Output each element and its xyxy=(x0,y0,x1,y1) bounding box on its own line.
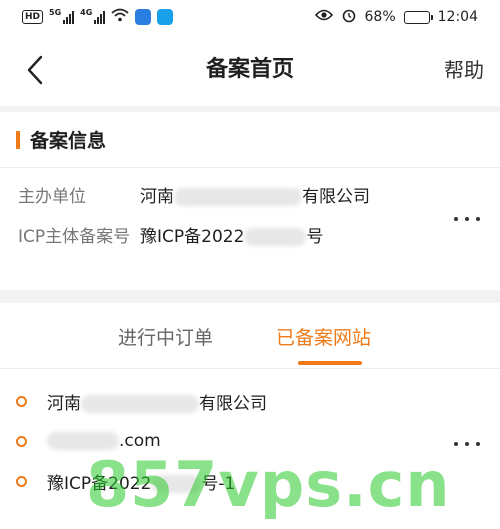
redacted-text xyxy=(244,228,307,246)
battery-icon xyxy=(403,10,433,24)
filing-info-card: 备案信息 主办单位 河南 有限公司 ICP主体备案号 豫ICP备2022 号 xyxy=(0,112,500,290)
signal-icon xyxy=(63,10,75,24)
nav-bar: 备案首页 帮助 xyxy=(0,34,500,106)
bullet-circle-icon xyxy=(16,476,27,487)
back-button[interactable] xyxy=(18,52,54,88)
info-value: 豫ICP备2022 号 xyxy=(140,227,324,247)
redacted-text xyxy=(47,432,119,450)
hd-badge: HD xyxy=(22,10,44,24)
redacted-text xyxy=(151,475,202,493)
list-item: .com xyxy=(16,431,161,451)
site-company: 河南 有限公司 xyxy=(47,394,267,414)
bullet-circle-icon xyxy=(16,435,27,447)
help-button[interactable]: 帮助 xyxy=(444,34,484,106)
more-options-icon[interactable] xyxy=(454,437,480,451)
redacted-text xyxy=(81,395,199,413)
search-app-icon xyxy=(157,9,174,25)
list-item: 豫ICP备2022 号-1 xyxy=(16,469,235,494)
websites-card: 进行中订单 已备案网站 河南 有限公司 .com 豫ICP备2022 号-1 xyxy=(0,303,500,529)
status-left: HD 5G 4G xyxy=(22,8,174,26)
info-value: 河南 有限公司 xyxy=(140,187,370,207)
network-5g-label: 5G xyxy=(49,8,62,17)
active-tab-indicator xyxy=(298,361,362,365)
tab-bar: 进行中订单 已备案网站 xyxy=(0,303,500,369)
chevron-left-icon xyxy=(27,55,43,85)
site-icp-number: 豫ICP备2022 号-1 xyxy=(47,474,236,494)
redacted-text xyxy=(174,188,302,206)
section-title: 备案信息 xyxy=(30,130,107,152)
list-item: 河南 有限公司 xyxy=(16,389,267,414)
more-options-icon[interactable] xyxy=(454,212,480,226)
wifi-icon xyxy=(111,8,129,26)
section-header: 备案信息 xyxy=(0,112,500,168)
clock-time: 12:04 xyxy=(437,9,478,25)
info-label: ICP主体备案号 xyxy=(18,227,131,247)
page-title: 备案首页 xyxy=(205,57,294,82)
status-bar: HD 5G 4G 68% 12:04 xyxy=(0,0,500,34)
site-domain: .com xyxy=(47,431,161,451)
section-accent-bar xyxy=(16,130,20,149)
alarm-icon xyxy=(341,7,357,27)
status-right: 68% 12:04 xyxy=(314,7,478,27)
info-label: 主办单位 xyxy=(18,187,86,207)
network-4g-label: 4G xyxy=(80,8,93,17)
signal-icon-2 xyxy=(94,10,106,24)
tab-ongoing-orders[interactable]: 进行中订单 xyxy=(118,303,213,373)
bullet-circle-icon xyxy=(16,396,27,407)
battery-percent: 68% xyxy=(364,9,396,25)
eye-icon xyxy=(314,9,333,25)
shield-app-icon xyxy=(135,9,152,25)
